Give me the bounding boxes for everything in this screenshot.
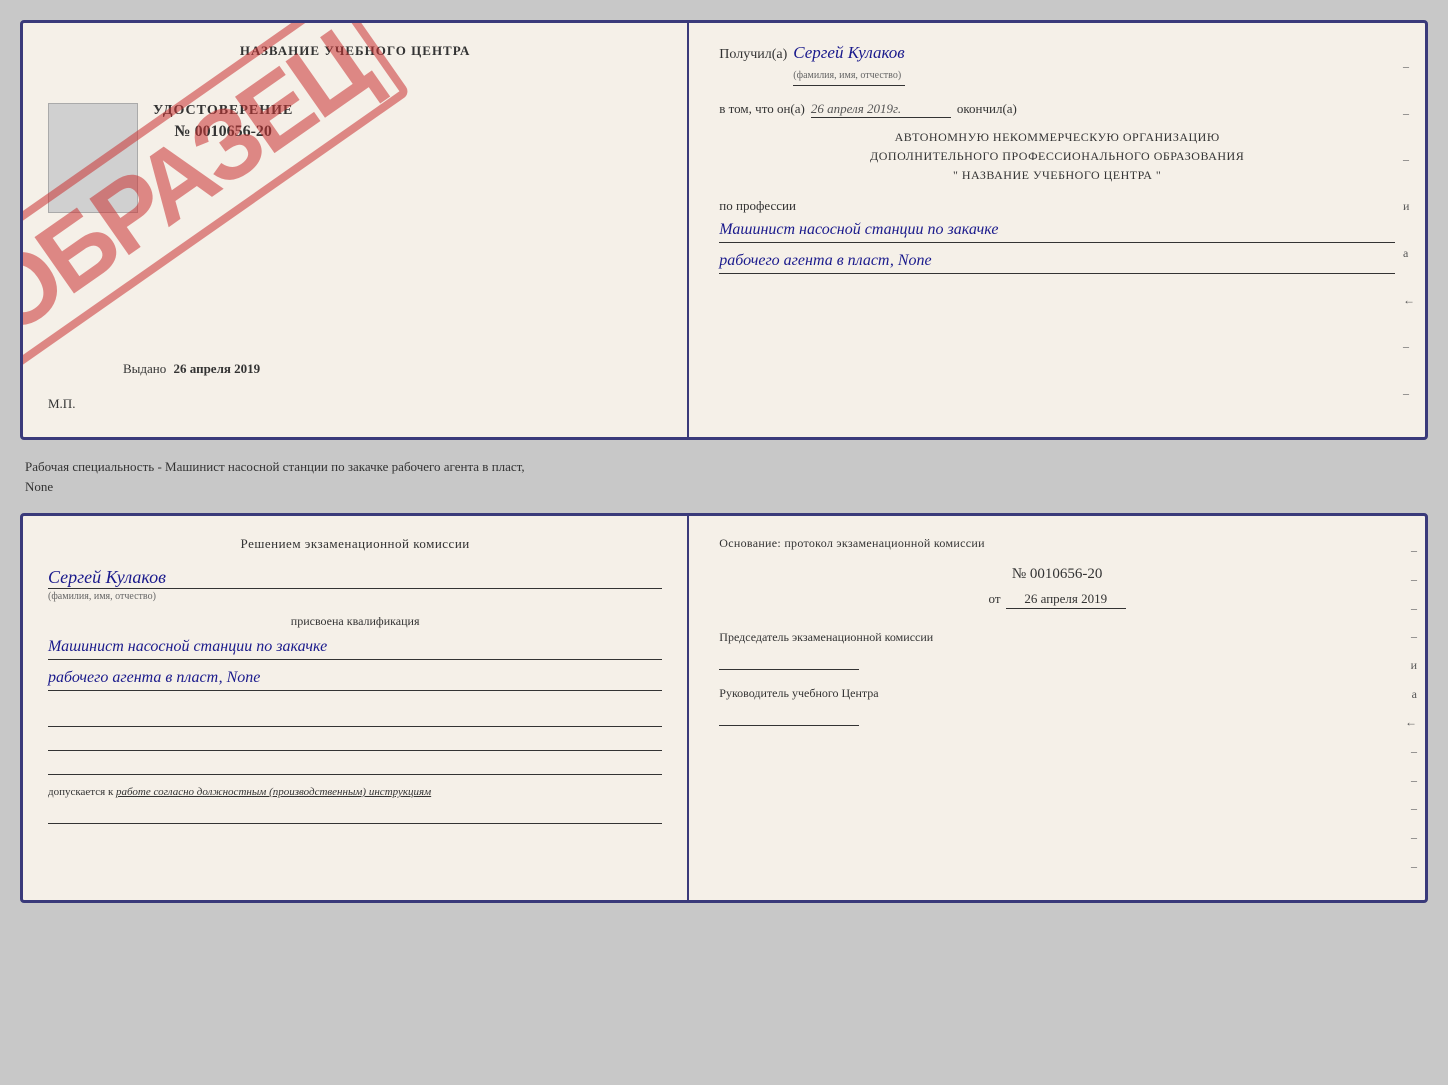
vtom-label: в том, что он(а) <box>719 101 805 117</box>
mp-line: М.П. <box>48 396 75 412</box>
udostoverenie-block: УДОСТОВЕРЕНИЕ № 0010656-20 <box>153 103 293 141</box>
blank-line-3 <box>48 759 662 775</box>
bottom-doc-right: Основание: протокол экзаменационной коми… <box>689 516 1425 900</box>
bottom-right-side-dashes: – – – – и а ← – – – – – <box>1405 536 1417 880</box>
between-text: Рабочая специальность - Машинист насосно… <box>20 452 1428 501</box>
fio-cursive: Сергей Кулаков <box>48 567 662 589</box>
udostoverenie-title: УДОСТОВЕРЕНИЕ <box>153 103 293 119</box>
blank-line-4 <box>48 808 662 824</box>
between-line1: Рабочая специальность - Машинист насосно… <box>25 457 1428 477</box>
profession-line2: рабочего агента в пласт, None <box>719 249 1395 274</box>
top-doc-left: НАЗВАНИЕ УЧЕБНОГО ЦЕНТРА УДОСТОВЕРЕНИЕ №… <box>23 23 689 437</box>
dopuskaetsya-italic: работе согласно должностным (производств… <box>116 786 431 798</box>
osnovanie-title: Основание: протокол экзаменационной коми… <box>719 536 1395 551</box>
rukovoditel-block: Руководитель учебного Центра <box>719 685 1395 726</box>
fio-subtitle: (фамилия, имя, отчество) <box>48 591 662 602</box>
top-left-title: НАЗВАНИЕ УЧЕБНОГО ЦЕНТРА <box>48 43 662 59</box>
protocol-num: № 0010656-20 <box>719 566 1395 583</box>
blank-line-2 <box>48 735 662 751</box>
vydano-line: Выдано 26 апреля 2019 <box>123 361 260 377</box>
chairman-block: Председатель экзаменационной комиссии <box>719 629 1395 670</box>
vtom-date: 26 апреля 2019г. <box>811 101 951 118</box>
photo-area <box>48 103 138 213</box>
dopuskaetsya-line: допускается к работе согласно должностны… <box>48 785 662 800</box>
org-line1: АВТОНОМНУЮ НЕКОММЕРЧЕСКУЮ ОРГАНИЗАЦИЮ <box>719 128 1395 147</box>
right-side-dashes: – – – и а ← – – <box>1403 23 1415 437</box>
po-professii-label: по профессии <box>719 198 1395 214</box>
resheniem-title: Решением экзаменационной комиссии <box>48 536 662 552</box>
poluchil-line: Получил(а) Сергей Кулаков (фамилия, имя,… <box>719 43 1395 86</box>
bottom-lines-block <box>48 711 662 775</box>
poluchil-subtitle: (фамилия, имя, отчество) <box>793 70 901 81</box>
protocol-date: от 26 апреля 2019 <box>719 591 1395 609</box>
org-block: АВТОНОМНУЮ НЕКОММЕРЧЕСКУЮ ОРГАНИЗАЦИЮ ДО… <box>719 128 1395 186</box>
protocol-from: от <box>989 591 1001 606</box>
rukovoditel-sign-line <box>719 710 859 726</box>
qual-line1: Машинист насосной станции по закачке <box>48 635 662 660</box>
top-document: НАЗВАНИЕ УЧЕБНОГО ЦЕНТРА УДОСТОВЕРЕНИЕ №… <box>20 20 1428 440</box>
prisvoena-label: присвоена квалификация <box>48 614 662 629</box>
vydano-date: 26 апреля 2019 <box>174 361 261 376</box>
bottom-doc-left: Решением экзаменационной комиссии Сергей… <box>23 516 689 900</box>
org-line3: " НАЗВАНИЕ УЧЕБНОГО ЦЕНТРА " <box>719 166 1395 185</box>
okoncnil-label: окончил(а) <box>957 101 1017 117</box>
blank-line-1 <box>48 711 662 727</box>
qual-line2: рабочего агента в пласт, None <box>48 666 662 691</box>
vtom-line: в том, что он(а) 26 апреля 2019г. окончи… <box>719 101 1395 118</box>
chairman-label: Председатель экзаменационной комиссии <box>719 629 1395 646</box>
poluchil-name: Сергей Кулаков (фамилия, имя, отчество) <box>793 43 904 86</box>
dopuskaetsya-prefix: допускается к <box>48 786 113 798</box>
rukovoditel-label: Руководитель учебного Центра <box>719 685 1395 702</box>
org-line2: ДОПОЛНИТЕЛЬНОГО ПРОФЕССИОНАЛЬНОГО ОБРАЗО… <box>719 147 1395 166</box>
profession-line1: Машинист насосной станции по закачке <box>719 218 1395 243</box>
vydano-label: Выдано <box>123 361 166 376</box>
between-line2: None <box>25 477 1428 497</box>
poluchil-label: Получил(а) <box>719 47 787 63</box>
top-doc-right: Получил(а) Сергей Кулаков (фамилия, имя,… <box>689 23 1425 437</box>
bottom-document: Решением экзаменационной комиссии Сергей… <box>20 513 1428 903</box>
udostoverenie-num: № 0010656-20 <box>153 123 293 141</box>
protocol-date-value: 26 апреля 2019 <box>1006 591 1126 609</box>
page-wrapper: НАЗВАНИЕ УЧЕБНОГО ЦЕНТРА УДОСТОВЕРЕНИЕ №… <box>20 20 1428 903</box>
chairman-sign-line <box>719 654 859 670</box>
